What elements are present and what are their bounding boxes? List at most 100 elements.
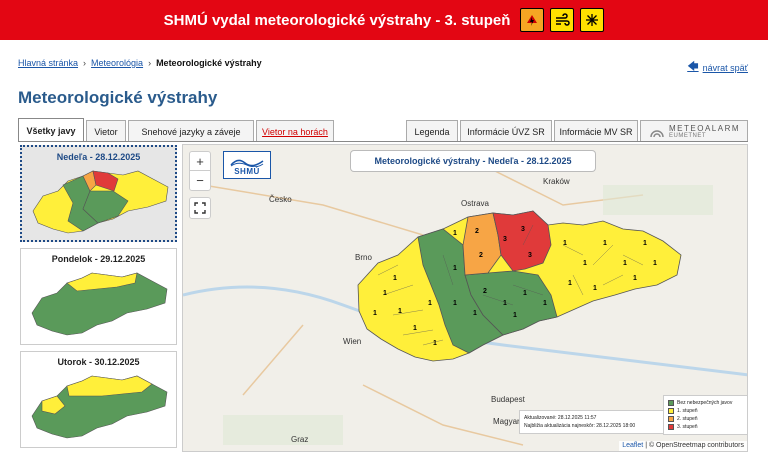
shmu-logo-text: SHMÚ bbox=[234, 166, 260, 176]
breadcrumb-meteorology-link[interactable]: Meteorológia bbox=[91, 58, 143, 68]
breadcrumb-separator: › bbox=[83, 58, 87, 68]
svg-text:3: 3 bbox=[521, 226, 525, 233]
tab-all-phenomena[interactable]: Všetky javy bbox=[18, 118, 84, 142]
legend-label: Bez nebezpečných javov bbox=[677, 400, 733, 406]
breadcrumb-home-link[interactable]: Hlavná stránka bbox=[18, 58, 78, 68]
legend-swatch-orange bbox=[668, 416, 674, 422]
svg-text:1: 1 bbox=[373, 310, 377, 317]
tab-snow-drifts[interactable]: Snehové jazyky a záveje bbox=[128, 120, 254, 142]
city-label: Kraków bbox=[543, 177, 570, 186]
svg-text:1: 1 bbox=[433, 340, 437, 347]
tab-bar: Všetky javy Vietor Snehové jazyky a záve… bbox=[18, 118, 748, 142]
svg-text:1: 1 bbox=[453, 300, 457, 307]
warning-banner-text: SHMÚ vydal meteorologické výstrahy - 3. … bbox=[163, 11, 511, 29]
svg-text:1: 1 bbox=[428, 300, 432, 307]
osm-attribution: | © OpenStreetmap contributors bbox=[645, 442, 744, 449]
map-legend: Bez nebezpečných javov 1. stupeň 2. stup… bbox=[663, 395, 747, 435]
wind-icon bbox=[550, 8, 575, 32]
svg-text:1: 1 bbox=[393, 275, 397, 282]
snow-icon bbox=[580, 8, 605, 32]
update-info: Aktualizované: 28.12.2025 11:57 Najbliži… bbox=[519, 410, 681, 434]
legend-item: 3. stupeň bbox=[668, 423, 745, 431]
day-card-monday[interactable]: Pondelok - 29.12.2025 bbox=[20, 248, 177, 345]
svg-text:1: 1 bbox=[603, 240, 607, 247]
legend-item: 1. stupeň bbox=[668, 407, 745, 415]
meteoalarm-link[interactable]: METEOALARM EUMETNET bbox=[640, 120, 748, 142]
legend-swatch-red bbox=[668, 424, 674, 430]
svg-text:1: 1 bbox=[543, 300, 547, 307]
legend-item: Bez nebezpečných javov bbox=[668, 399, 745, 407]
svg-text:1: 1 bbox=[568, 280, 572, 287]
svg-text:1: 1 bbox=[523, 290, 527, 297]
zoom-out-button[interactable]: − bbox=[190, 171, 210, 190]
legend-swatch-yellow bbox=[668, 408, 674, 414]
legend-label: 1. stupeň bbox=[677, 408, 698, 414]
map-attribution: Leaflet | © OpenStreetmap contributors bbox=[619, 441, 747, 451]
back-link[interactable]: 🡄 návrat späť bbox=[687, 58, 748, 77]
legend-label: 3. stupeň bbox=[677, 424, 698, 430]
back-arrow-icon: 🡄 bbox=[687, 61, 699, 73]
tab-uvz-info[interactable]: Informácie ÚVZ SR bbox=[460, 120, 552, 142]
leaflet-link[interactable]: Leaflet bbox=[622, 442, 643, 449]
city-label: Magyar bbox=[493, 417, 520, 426]
svg-text:2: 2 bbox=[475, 228, 479, 235]
svg-text:3: 3 bbox=[503, 236, 507, 243]
next-update-time: Najbližia aktualizácia najneskôr: 28.12.… bbox=[524, 423, 636, 429]
meteoalarm-sub: EUMETNET bbox=[669, 133, 706, 139]
legend-item: 2. stupeň bbox=[668, 415, 745, 423]
svg-text:1: 1 bbox=[593, 285, 597, 292]
breadcrumb-separator: › bbox=[148, 58, 152, 68]
svg-text:3: 3 bbox=[528, 252, 532, 259]
svg-text:1: 1 bbox=[398, 308, 402, 315]
svg-text:1: 1 bbox=[413, 325, 417, 332]
svg-text:2: 2 bbox=[483, 288, 487, 295]
shmu-logo-icon bbox=[230, 159, 264, 167]
tab-legend[interactable]: Legenda bbox=[406, 120, 458, 142]
svg-text:1: 1 bbox=[633, 275, 637, 282]
breadcrumb: Hlavná stránka › Meteorológia › Meteorol… bbox=[18, 58, 262, 68]
svg-text:1: 1 bbox=[583, 260, 587, 267]
city-label: Budapest bbox=[491, 395, 525, 404]
map-title: Meteorologické výstrahy - Nedeľa - 28.12… bbox=[351, 151, 595, 171]
day-thumbnail-map bbox=[31, 375, 168, 439]
shmu-logo: SHMÚ bbox=[223, 151, 271, 179]
legend-swatch-green bbox=[668, 400, 674, 406]
city-label: Ostrava bbox=[461, 199, 490, 208]
svg-text:1: 1 bbox=[623, 260, 627, 267]
page-title: Meteorologické výstrahy bbox=[18, 88, 218, 107]
day-thumbnail-map bbox=[32, 170, 169, 234]
meteoalarm-icon bbox=[650, 129, 664, 137]
tab-wind[interactable]: Vietor bbox=[86, 120, 126, 142]
thunderstorm-icon bbox=[520, 8, 545, 32]
breadcrumb-current: Meteorologické výstrahy bbox=[156, 58, 262, 68]
city-label: Graz bbox=[291, 435, 309, 444]
zoom-control: + − bbox=[189, 151, 211, 191]
page-content: Hlavná stránka › Meteorológia › Meteorol… bbox=[10, 48, 758, 452]
tab-mv-info[interactable]: Informácie MV SR bbox=[554, 120, 638, 142]
update-time: Aktualizované: 28.12.2025 11:57 bbox=[524, 415, 597, 421]
svg-text:1: 1 bbox=[453, 230, 457, 237]
svg-text:1: 1 bbox=[653, 260, 657, 267]
svg-text:1: 1 bbox=[513, 312, 517, 319]
fullscreen-button[interactable] bbox=[189, 197, 211, 219]
tab-mountain-wind[interactable]: Vietor na horách bbox=[256, 120, 334, 142]
city-label: Česko bbox=[269, 195, 292, 204]
day-card-sunday[interactable]: Nedeľa - 28.12.2025 bbox=[20, 145, 177, 242]
back-link-label: návrat späť bbox=[702, 62, 748, 73]
svg-text:1: 1 bbox=[643, 240, 647, 247]
day-card-tuesday[interactable]: Utorok - 30.12.2025 bbox=[20, 351, 177, 448]
tab-divider bbox=[18, 141, 748, 142]
svg-text:2: 2 bbox=[479, 252, 483, 259]
warning-map[interactable]: 111 111 122 333 211 111 111 111 111 111 … bbox=[182, 144, 748, 452]
fullscreen-icon bbox=[194, 202, 206, 214]
svg-text:1: 1 bbox=[453, 265, 457, 272]
city-label: Brno bbox=[355, 253, 372, 262]
legend-label: 2. stupeň bbox=[677, 416, 698, 422]
day-thumbnail-map bbox=[31, 272, 168, 336]
day-selector: Nedeľa - 28.12.2025 Pondelok - 29.12.202… bbox=[20, 145, 177, 448]
warning-banner[interactable]: SHMÚ vydal meteorologické výstrahy - 3. … bbox=[0, 0, 768, 40]
zoom-in-button[interactable]: + bbox=[190, 152, 210, 171]
svg-text:1: 1 bbox=[503, 300, 507, 307]
svg-text:1: 1 bbox=[383, 290, 387, 297]
svg-text:1: 1 bbox=[563, 240, 567, 247]
